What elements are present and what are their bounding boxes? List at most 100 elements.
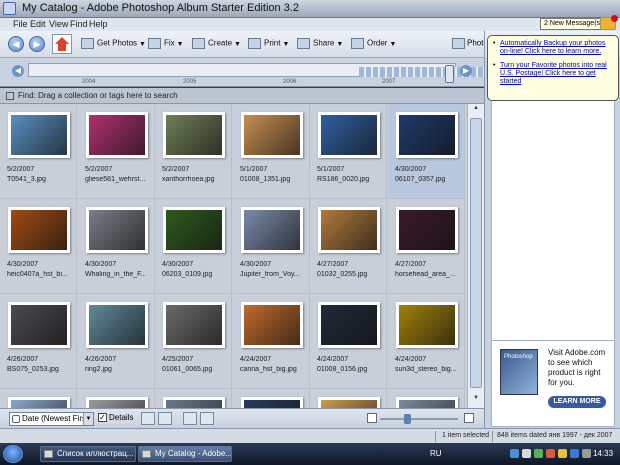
photo-cell[interactable]: 5/1/2007 01008_1351.jpg — [233, 104, 310, 199]
photo-cell[interactable]: 4/30/2007 heic0407a_hst_bi... — [0, 199, 77, 294]
get-photos-button[interactable]: Get Photos ▼ — [81, 38, 146, 52]
photo-thumbnail[interactable] — [396, 302, 458, 348]
photo-cell[interactable]: 5/2/2007 T0541_3.jpg — [0, 104, 77, 199]
mail-icon[interactable] — [600, 15, 618, 30]
photo-cell[interactable] — [310, 389, 387, 408]
photo-thumbnail[interactable] — [318, 207, 380, 253]
photo-thumbnail[interactable] — [163, 397, 225, 408]
task-illustrations[interactable]: Список иллюстрац... — [40, 446, 136, 462]
photo-thumbnail[interactable] — [396, 207, 458, 253]
order-button[interactable]: Order ▼ — [351, 38, 396, 52]
photo-thumbnail[interactable] — [318, 302, 380, 348]
create-button[interactable]: Create ▼ — [192, 38, 241, 52]
tag-icon[interactable] — [183, 412, 197, 425]
back-arrow-icon[interactable]: ◀ — [8, 36, 24, 52]
photo-date: 4/30/2007 — [395, 166, 427, 173]
photo-cell[interactable]: 4/27/2007 horsehead_area_... — [388, 199, 465, 294]
photo-cell[interactable]: 4/30/2007 Whaling_in_the_F... — [78, 199, 155, 294]
tray-icon[interactable] — [570, 449, 579, 458]
share-button[interactable]: Share ▼ — [297, 38, 343, 52]
timeline-left-icon[interactable]: ◀ — [12, 65, 24, 77]
message-link-postage[interactable]: Turn your Favorite photos into real U.S.… — [493, 62, 614, 86]
photo-cell[interactable]: 4/26/2007 BS075_0253.jpg — [0, 294, 77, 389]
photo-cell[interactable] — [388, 389, 465, 408]
photo-thumbnail[interactable] — [86, 397, 148, 408]
photo-thumbnail[interactable] — [396, 112, 458, 158]
zoom-large-icon[interactable] — [464, 413, 474, 423]
photo-cell[interactable]: 4/24/2007 canna_hst_big.jpg — [233, 294, 310, 389]
message-link-backup[interactable]: Automatically Backup your photos on-line… — [493, 40, 614, 56]
photo-cell[interactable]: 4/24/2007 sun3d_stereo_big... — [388, 294, 465, 389]
scrollbar-thumb[interactable] — [470, 118, 482, 388]
photo-cell[interactable]: 4/30/2007 Jupiter_from_Voy... — [233, 199, 310, 294]
learn-more-button[interactable]: LEARN MORE — [548, 396, 606, 408]
photo-thumbnail[interactable] — [86, 207, 148, 253]
title-bar: My Catalog - Adobe Photoshop Album Start… — [0, 0, 620, 18]
photo-thumbnail[interactable] — [86, 112, 148, 158]
sort-order-select[interactable]: Date (Newest First) ▼ — [9, 412, 94, 426]
photo-thumbnail[interactable] — [8, 302, 70, 348]
network-icon[interactable] — [534, 449, 543, 458]
task-my-catalog[interactable]: My Catalog - Adobe... — [138, 446, 232, 462]
photo-thumbnail[interactable] — [241, 397, 303, 408]
photo-cell[interactable]: 5/2/2007 gliese581_wehrst... — [78, 104, 155, 199]
menu-find[interactable]: Find — [70, 19, 88, 29]
rotate-right-icon[interactable] — [158, 412, 172, 425]
photo-cell[interactable]: 4/24/2007 01008_0156.jpg — [310, 294, 387, 389]
photo-thumbnail[interactable] — [163, 112, 225, 158]
photo-cell[interactable] — [78, 389, 155, 408]
zoom-slider[interactable] — [380, 414, 458, 424]
language-indicator[interactable]: RU — [430, 449, 442, 458]
photo-cell[interactable]: 4/26/2007 ring2.jpg — [78, 294, 155, 389]
find-bar[interactable]: Find: Drag a collection or tags here to … — [0, 88, 484, 104]
photo-thumbnail[interactable] — [241, 207, 303, 253]
photo-thumbnail[interactable] — [163, 302, 225, 348]
home-button[interactable] — [52, 34, 72, 54]
tray-icon[interactable] — [558, 449, 567, 458]
scroll-down-icon[interactable]: ▼ — [470, 395, 482, 406]
photo-thumbnail[interactable] — [86, 302, 148, 348]
zoom-slider-thumb[interactable] — [404, 414, 411, 424]
photo-thumbnail[interactable] — [8, 397, 70, 408]
forward-arrow-icon[interactable]: ▶ — [29, 36, 45, 52]
timeline-slider-thumb[interactable] — [445, 65, 454, 83]
photo-cell[interactable]: 5/1/2007 RS186_0020.jpg — [310, 104, 387, 199]
photo-cell[interactable]: 4/30/2007 06107_0357.jpg — [388, 104, 465, 199]
photo-thumbnail[interactable] — [318, 112, 380, 158]
menu-help[interactable]: Help — [89, 19, 108, 29]
photo-cell[interactable]: 4/25/2007 01061_0065.jpg — [155, 294, 232, 389]
details-checkbox[interactable]: ✓ Details — [98, 413, 133, 423]
timeline-right-icon[interactable]: ▶ — [460, 65, 472, 77]
volume-icon[interactable] — [522, 449, 531, 458]
photo-thumbnail[interactable] — [8, 207, 70, 253]
menu-edit[interactable]: Edit — [30, 19, 46, 29]
zoom-small-icon[interactable] — [367, 413, 377, 423]
photo-cell[interactable]: 4/27/2007 01032_0255.jpg — [310, 199, 387, 294]
photo-cell[interactable] — [233, 389, 310, 408]
photo-thumbnail[interactable] — [163, 207, 225, 253]
scroll-up-icon[interactable]: ▲ — [470, 105, 482, 116]
photo-thumbnail[interactable] — [396, 397, 458, 408]
menu-file[interactable]: File — [13, 19, 28, 29]
photo-thumbnail[interactable] — [241, 112, 303, 158]
menu-view[interactable]: View — [49, 19, 68, 29]
new-messages-badge[interactable]: 2 New Message(s) — [540, 18, 607, 30]
print-button[interactable]: Print ▼ — [248, 38, 289, 52]
photo-thumbnail[interactable] — [8, 112, 70, 158]
photo-cell[interactable]: 4/30/2007 06203_0109.jpg — [155, 199, 232, 294]
photo-thumbnail[interactable] — [241, 302, 303, 348]
attach-icon[interactable] — [200, 412, 214, 425]
rotate-left-icon[interactable] — [141, 412, 155, 425]
photo-well-button[interactable]: Photo We — [452, 38, 484, 49]
tray-icon[interactable] — [582, 449, 591, 458]
timeline-track[interactable] — [28, 63, 485, 83]
start-button[interactable] — [3, 445, 23, 463]
tray-icon[interactable] — [546, 449, 555, 458]
photo-cell[interactable] — [0, 389, 77, 408]
photo-cell[interactable] — [155, 389, 232, 408]
tray-icon[interactable] — [510, 449, 519, 458]
photo-thumbnail[interactable] — [318, 397, 380, 408]
photo-cell[interactable]: 5/2/2007 xanthorrhoea.jpg — [155, 104, 232, 199]
fix-button[interactable]: Fix ▼ — [148, 38, 184, 52]
vertical-scrollbar[interactable]: ▲ ▼ — [467, 104, 484, 408]
